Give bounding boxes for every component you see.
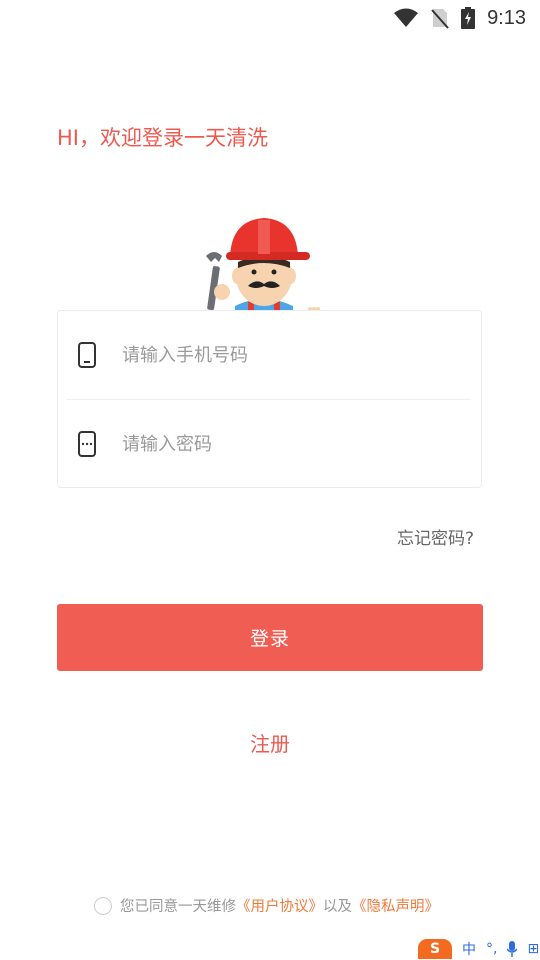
sogou-logo-icon[interactable]: S [418,939,452,959]
privacy-link[interactable]: 《隐私声明》 [352,895,439,916]
phone-input[interactable] [120,343,444,367]
login-button[interactable]: 登录 [57,604,483,671]
agreement-row: 您已同意一天维修 《用户协议》 以及 《隐私声明》 [94,895,439,916]
login-form [57,310,482,488]
password-row [58,400,481,488]
mobile-phone-icon [54,342,120,368]
user-agreement-link[interactable]: 《用户协议》 [236,895,323,916]
forgot-password-link[interactable]: 忘记密码? [397,524,474,549]
agreement-checkbox[interactable] [94,896,112,915]
password-input[interactable] [120,432,444,456]
ime-language[interactable]: 中 [462,939,476,959]
wrench-icon [206,252,222,311]
agreement-middle: 以及 [323,899,352,915]
ime-grid[interactable]: ⊞ [527,941,539,957]
microphone-icon[interactable] [507,941,518,957]
password-lock-icon [54,431,120,457]
battery-charging-icon [461,7,476,29]
phone-row [58,311,481,399]
register-label: 注册 [250,732,290,756]
ime-punctuation[interactable]: °, [486,941,497,957]
ime-toolbar: S 中 °, ⊞ [418,938,540,960]
register-link[interactable]: 注册 [0,728,540,757]
welcome-title: HI，欢迎登录一天清洗 [57,126,268,150]
agreement-prefix: 您已同意一天维修 [120,899,236,915]
worker-mascot-icon [206,218,320,320]
status-time: 9:13 [487,6,526,29]
wifi-icon [393,8,419,28]
status-bar: 9:13 [0,0,540,36]
no-sim-icon [431,7,449,29]
